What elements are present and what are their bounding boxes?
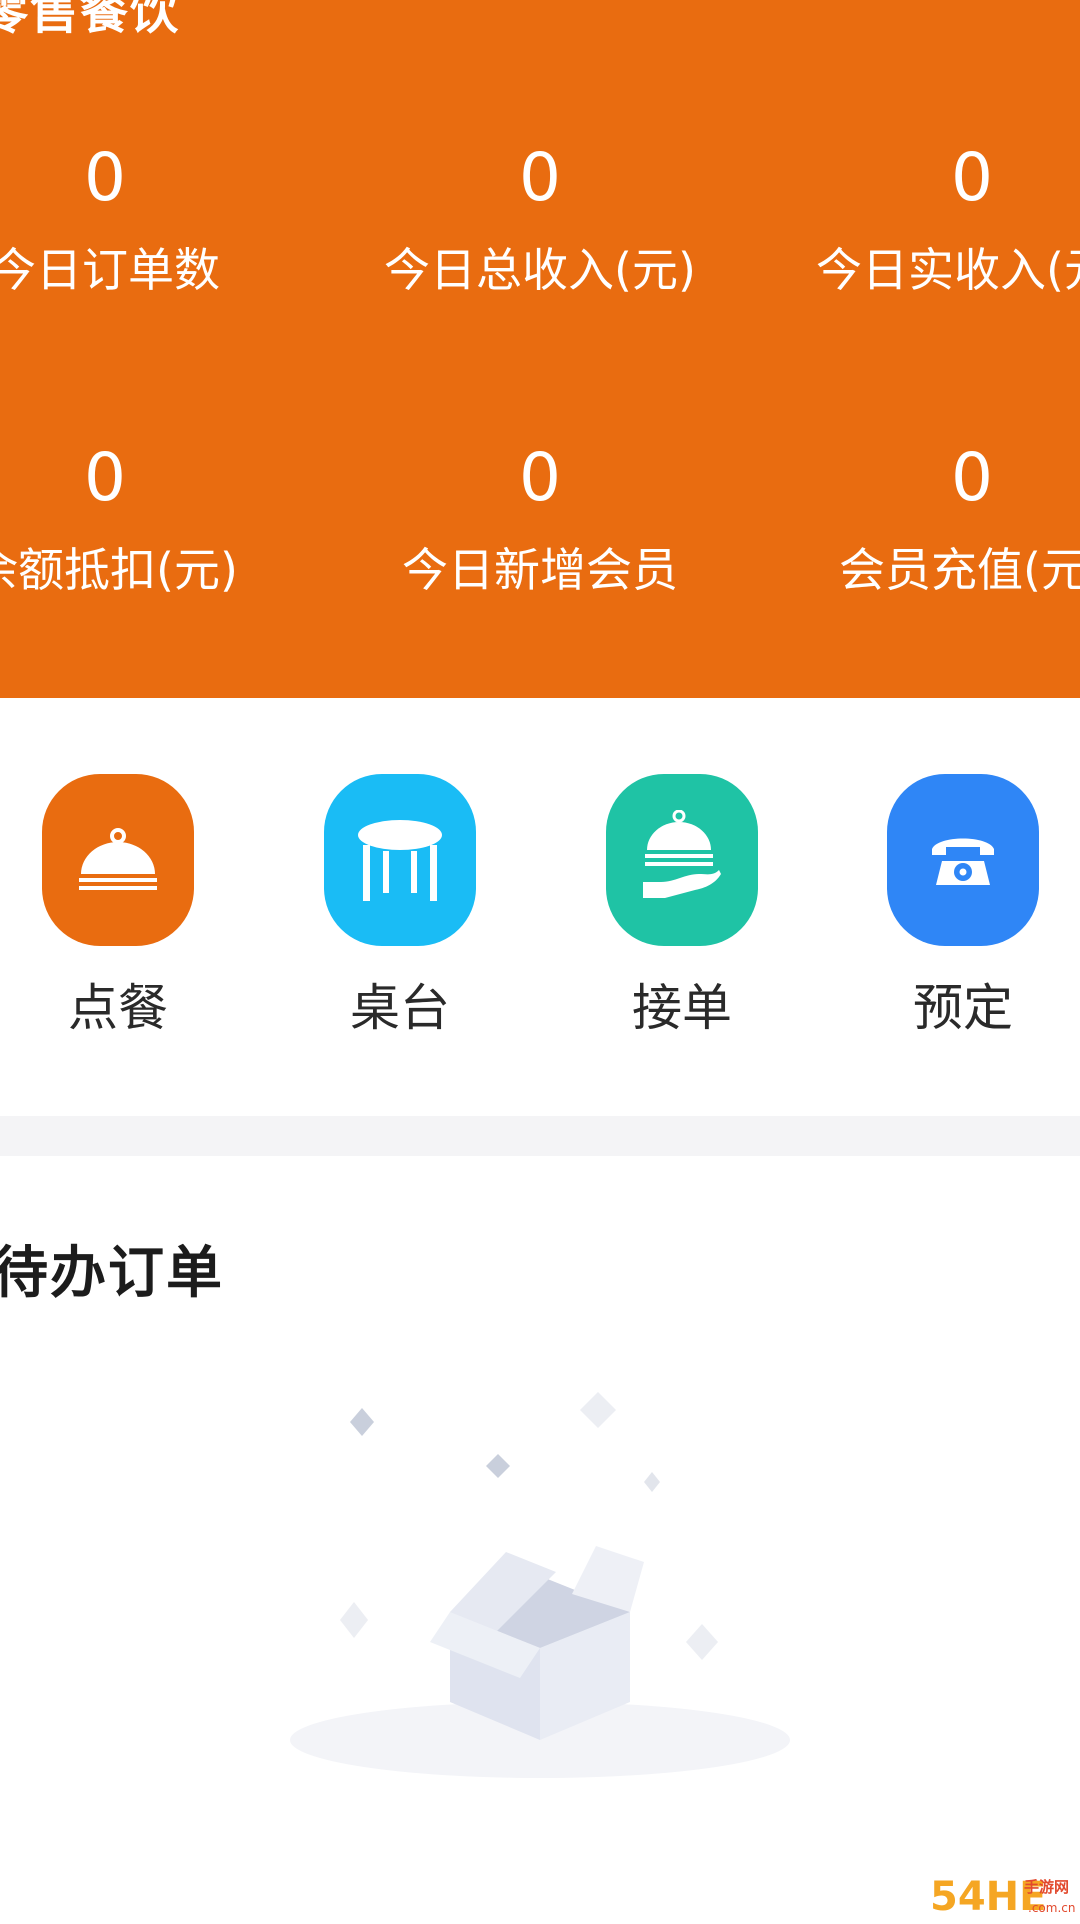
store-title: 零售餐饮: [0, 0, 181, 40]
stat-today-orders[interactable]: 0 今日订单数: [0, 138, 325, 300]
sparkle-icon: [486, 1454, 510, 1478]
stat-value: 0: [84, 139, 126, 216]
cloche-icon: [42, 774, 194, 946]
stat-value: 0: [519, 439, 561, 516]
stat-value: 0: [84, 439, 126, 516]
tables-button[interactable]: 桌台: [324, 774, 476, 1038]
table-icon: [324, 774, 476, 946]
stat-balance-deduction[interactable]: 0 余额抵扣(元): [0, 438, 325, 600]
stat-new-members[interactable]: 0 今日新增会员: [320, 438, 760, 600]
stat-label: 今日实收入(元): [816, 243, 1080, 297]
stats-header: 零售餐饮 0 今日订单数 0 今日总收入(元) 0 今日实收入(元) 0 余额抵…: [0, 0, 1080, 698]
order-food-button[interactable]: 点餐: [42, 774, 194, 1038]
reservation-button[interactable]: 预定: [887, 774, 1039, 1038]
stat-value: 0: [951, 139, 993, 216]
accept-orders-button[interactable]: 接单: [606, 774, 758, 1038]
stat-today-actual-income[interactable]: 0 今日实收入(元): [752, 138, 1080, 300]
site-watermark-logo: 54HE 手游网 .com.cn: [928, 1868, 1080, 1920]
action-label: 预定: [913, 979, 1013, 1037]
sparkle-icon: [580, 1392, 616, 1428]
stat-value: 0: [951, 439, 993, 516]
empty-state-illustration: [270, 1380, 810, 1780]
stat-label: 今日订单数: [0, 243, 220, 297]
stat-label: 今日总收入(元): [384, 243, 696, 297]
stat-label: 余额抵扣(元): [0, 543, 238, 597]
action-label: 接单: [632, 979, 732, 1037]
stat-today-total-income[interactable]: 0 今日总收入(元): [320, 138, 760, 300]
stat-value: 0: [519, 139, 561, 216]
telephone-icon: [887, 774, 1039, 946]
stat-label: 会员充值(元): [839, 543, 1080, 597]
sparkle-icon: [340, 1602, 368, 1638]
svg-text:.com.cn: .com.cn: [1028, 1901, 1075, 1915]
sparkle-icon: [686, 1624, 718, 1660]
pending-orders-title: 待办订单: [0, 1241, 224, 1306]
quick-actions: 点餐 桌台 接单 预定: [0, 698, 1080, 1116]
stat-member-recharge[interactable]: 0 会员充值(元): [752, 438, 1080, 600]
svg-text:手游网: 手游网: [1024, 1878, 1069, 1896]
action-label: 点餐: [68, 979, 168, 1037]
sparkle-icon: [644, 1472, 660, 1492]
section-divider: [0, 1116, 1080, 1156]
stat-label: 今日新增会员: [402, 543, 678, 597]
serving-hand-icon: [606, 774, 758, 946]
action-label: 桌台: [350, 979, 450, 1037]
sparkle-icon: [350, 1408, 374, 1436]
